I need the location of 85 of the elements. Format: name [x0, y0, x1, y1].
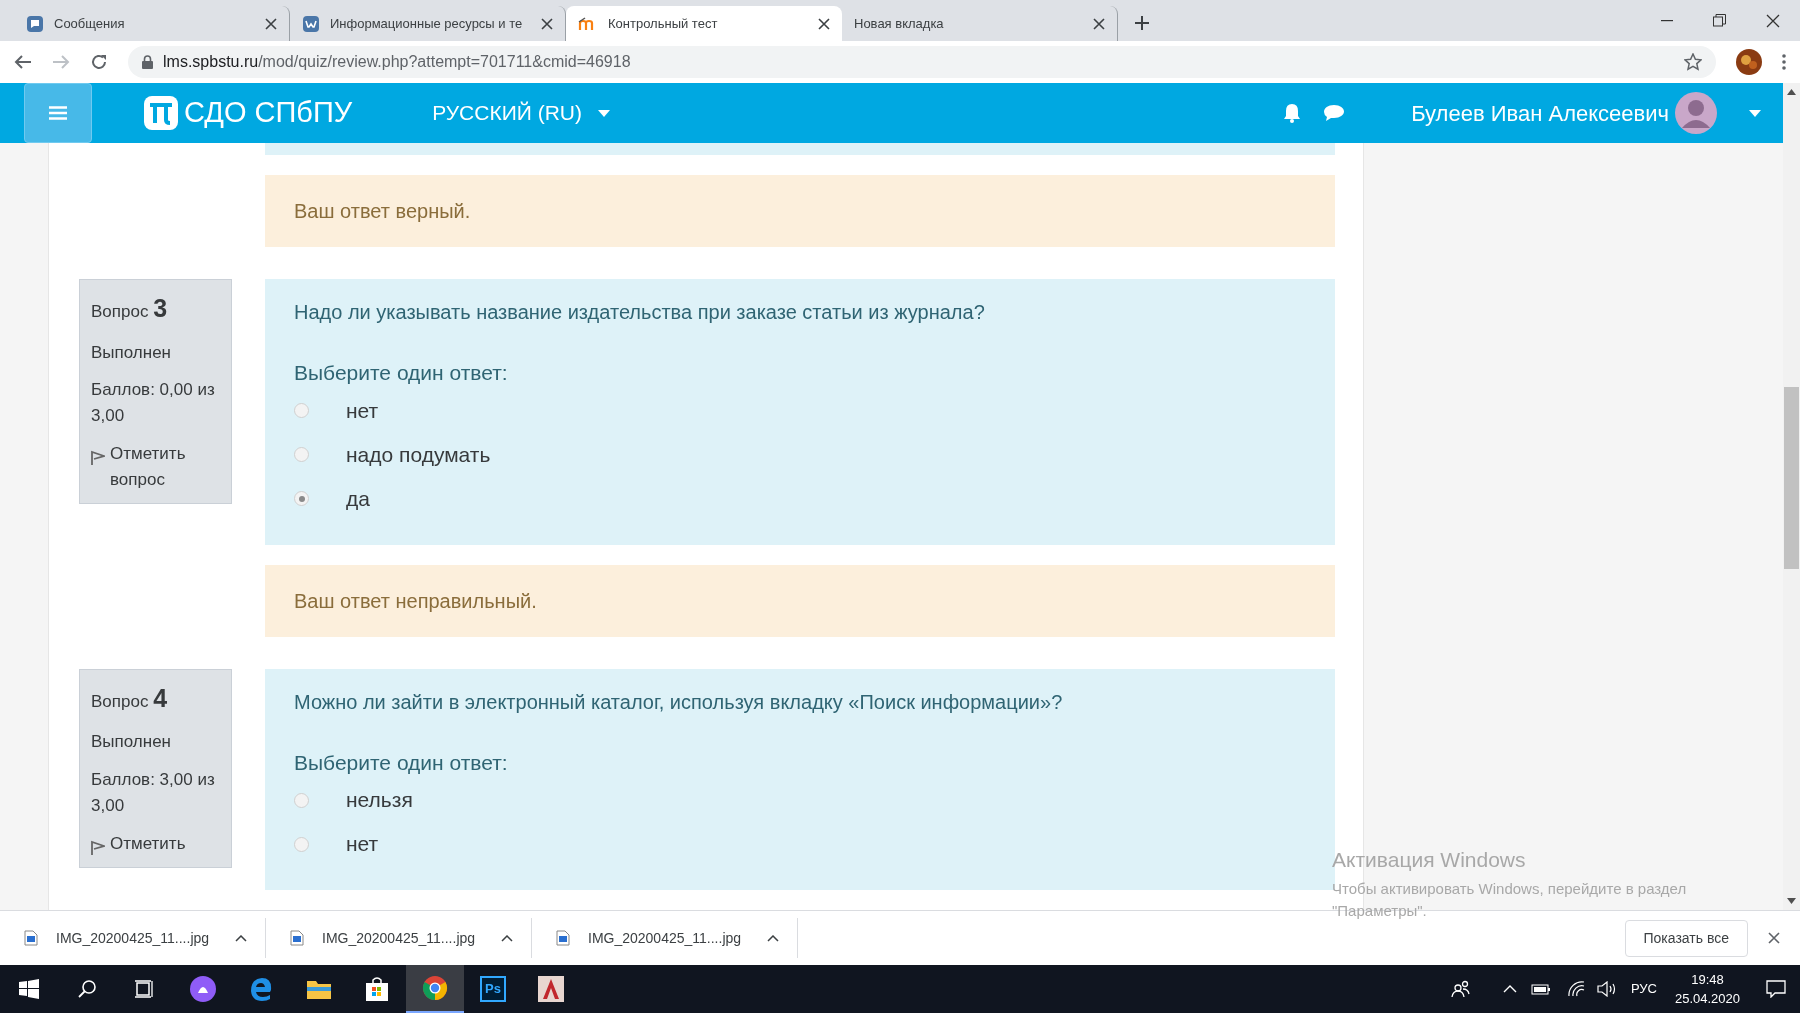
- chevron-up-icon[interactable]: [235, 934, 247, 942]
- minimize-icon[interactable]: [1661, 19, 1673, 22]
- radio-button[interactable]: [294, 491, 309, 506]
- answer-option[interactable]: надо подумать: [346, 438, 491, 471]
- close-icon[interactable]: [1768, 932, 1780, 944]
- file-name: IMG_20200425_11....jpg: [588, 928, 743, 948]
- download-item[interactable]: IMG_20200425_11....jpg: [532, 918, 798, 958]
- feedback-text: Ваш ответ неправильный.: [294, 588, 537, 614]
- bell-icon[interactable]: [1283, 103, 1302, 123]
- vk-logo-icon: [302, 14, 320, 33]
- radio-button[interactable]: [294, 792, 309, 808]
- close-icon[interactable]: [1766, 13, 1780, 28]
- site-logo-icon: [144, 96, 178, 130]
- flag-question-link[interactable]: Отметить вопрос: [110, 441, 220, 493]
- browser-tab[interactable]: Контрольный тест: [566, 6, 842, 41]
- speaker-icon[interactable]: [1596, 981, 1617, 997]
- question-score: Баллов: 0,00 из 3,00: [91, 379, 216, 427]
- download-item[interactable]: IMG_20200425_11....jpg: [266, 918, 532, 958]
- notification-icon[interactable]: [1766, 980, 1786, 998]
- activation-text: Чтобы активировать Windows, перейдите в раздел "Параметры".: [1332, 878, 1688, 921]
- activation-title: Активация Windows: [1332, 847, 1527, 873]
- star-icon[interactable]: [1684, 53, 1702, 71]
- tab-title: Новая вкладка: [854, 14, 945, 33]
- back-arrow-icon[interactable]: [14, 54, 32, 70]
- menu-icon: [49, 106, 67, 120]
- url-text: lms.spbstu.ru/mod/quiz/review.php?attempt=701711&cmid=46918: [163, 52, 631, 72]
- question-status: Выполнен: [91, 731, 172, 753]
- chrome-browser-icon[interactable]: [406, 965, 464, 1013]
- lock-icon: [142, 55, 153, 69]
- show-all-button[interactable]: Показать все: [1624, 919, 1748, 957]
- question-score: Баллов: 3,00 из 3,00: [91, 768, 216, 817]
- image-file-icon: [24, 930, 38, 946]
- answer-option[interactable]: нельзя: [346, 784, 413, 816]
- answer-prompt: Выберите один ответ:: [294, 360, 509, 386]
- close-icon[interactable]: [1093, 17, 1105, 30]
- chat-icon: [26, 14, 44, 33]
- answer-option[interactable]: нет: [346, 828, 379, 860]
- tab-title: Сообщения: [54, 14, 126, 33]
- clock[interactable]: 19:48 25.04.2020: [1674, 970, 1740, 1008]
- address-field[interactable]: lms.spbstu.ru/mod/quiz/review.php?attempt=701711&cmid=46918: [128, 46, 1716, 78]
- answer-option[interactable]: нет: [346, 394, 379, 427]
- radio-button[interactable]: [294, 447, 309, 462]
- close-icon[interactable]: [541, 17, 553, 30]
- flag-icon[interactable]: [91, 450, 105, 465]
- image-file-icon: [290, 930, 304, 946]
- people-icon[interactable]: [1450, 980, 1471, 998]
- tab-title: Контрольный тест: [608, 14, 719, 33]
- restore-icon[interactable]: [1713, 14, 1726, 27]
- file-name: IMG_20200425_11....jpg: [322, 928, 477, 948]
- more-menu-icon[interactable]: [1782, 54, 1786, 70]
- question-text: Можно ли зайти в электронный каталог, используя вкладку «Поиск информации»?: [294, 689, 1064, 715]
- question-text: Надо ли указывать название издательства при заказе статьи из журнала?: [294, 300, 986, 325]
- chevron-up-icon[interactable]: [767, 934, 779, 942]
- chat-bubble-icon[interactable]: [1323, 104, 1346, 122]
- close-icon[interactable]: [818, 17, 830, 30]
- chevron-up-icon[interactable]: [501, 934, 513, 942]
- reload-icon[interactable]: [90, 53, 108, 71]
- download-item[interactable]: IMG_20200425_11....jpg: [0, 918, 266, 958]
- avatar-icon[interactable]: [1736, 49, 1762, 75]
- battery-icon[interactable]: [1530, 983, 1551, 995]
- scroll-down-icon[interactable]: [1787, 898, 1796, 904]
- scrollbar[interactable]: [1783, 83, 1800, 910]
- feedback-text: Ваш ответ верный.: [294, 199, 471, 224]
- radio-button[interactable]: [294, 836, 309, 852]
- image-file-icon: [556, 930, 570, 946]
- file-name: IMG_20200425_11....jpg: [56, 928, 211, 948]
- caret-icon[interactable]: [1749, 109, 1761, 117]
- clock-date: 25.04.2020: [1674, 990, 1740, 1008]
- clock-time: 19:48: [1691, 971, 1724, 989]
- tab-title: Информационные ресурсы и те: [330, 14, 524, 33]
- flag-icon[interactable]: [91, 839, 105, 855]
- new-tab-icon[interactable]: [1134, 15, 1150, 31]
- answer-option[interactable]: да: [346, 482, 370, 515]
- caret-icon: [598, 109, 611, 117]
- input-language[interactable]: РУС: [1630, 979, 1657, 999]
- question-number: Вопрос 4: [91, 682, 169, 714]
- scroll-up-icon[interactable]: [1787, 89, 1796, 95]
- flag-question-link[interactable]: Отметить: [110, 830, 186, 857]
- question-number: Вопрос 3: [91, 293, 169, 324]
- question-status: Выполнен: [91, 341, 172, 364]
- wifi-icon[interactable]: [1566, 981, 1585, 997]
- radio-button[interactable]: [294, 403, 309, 418]
- scrollbar-thumb[interactable]: [1784, 387, 1799, 569]
- close-icon[interactable]: [265, 17, 277, 30]
- answer-prompt: Выберите один ответ:: [294, 749, 509, 776]
